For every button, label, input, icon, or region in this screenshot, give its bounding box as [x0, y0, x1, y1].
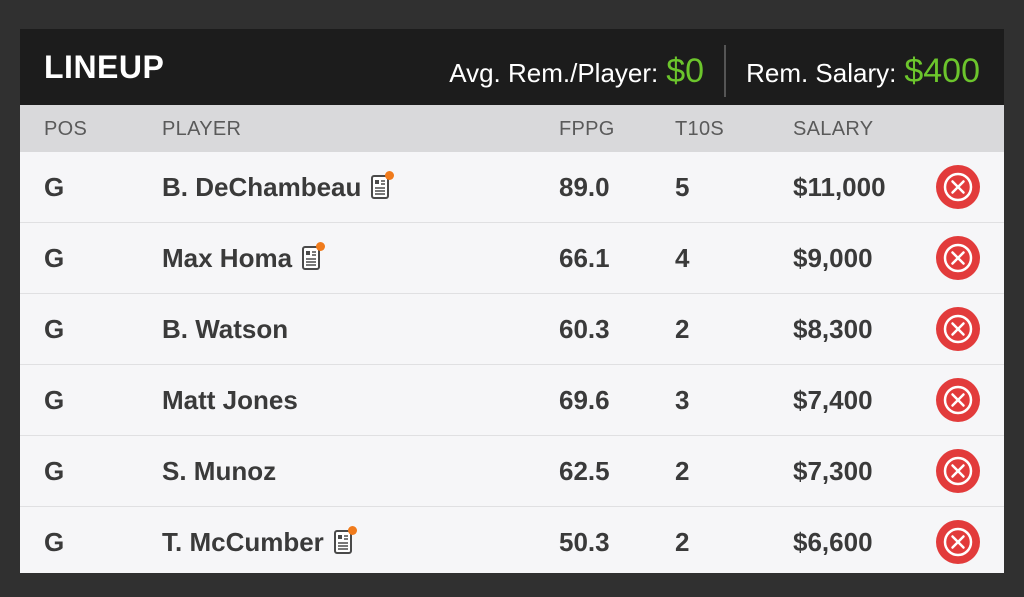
avg-remaining-value: $0	[666, 51, 705, 90]
remove-player-icon	[943, 314, 973, 344]
remaining-salary-label: Rem. Salary:	[746, 57, 897, 88]
remove-player-button[interactable]	[936, 236, 980, 280]
player-name[interactable]: T. McCumber	[162, 527, 324, 557]
remove-player-icon	[943, 172, 973, 202]
player-name[interactable]: B. Watson	[162, 314, 288, 344]
player-fppg: 69.6	[559, 385, 610, 415]
remove-player-icon	[943, 456, 973, 486]
remove-player-button[interactable]	[936, 449, 980, 493]
player-t10s: 3	[675, 385, 690, 415]
column-header: POS PLAYER FPPG T10S SALARY	[20, 105, 1004, 152]
player-name[interactable]: Max Homa	[162, 243, 292, 273]
player-salary: $7,300	[793, 456, 873, 486]
player-fppg: 62.5	[559, 456, 610, 486]
player-position: G	[44, 385, 65, 415]
column-player[interactable]: PLAYER	[162, 118, 241, 141]
remove-player-button[interactable]	[936, 520, 980, 564]
player-salary: $6,600	[793, 527, 873, 557]
lineup-header: LINEUP Avg. Rem./Player: $0 Rem. Salary:…	[20, 29, 1004, 105]
player-salary: $11,000	[793, 172, 886, 202]
remaining-salary-stat: Rem. Salary: $400	[746, 52, 980, 91]
player-salary: $9,000	[793, 243, 873, 273]
player-position: G	[44, 172, 65, 202]
column-pos[interactable]: POS	[44, 118, 87, 141]
player-position: G	[44, 243, 65, 273]
column-salary[interactable]: SALARY	[793, 118, 873, 141]
player-fppg: 89.0	[559, 172, 610, 202]
table-row: G Max Homa 66.1 4 $9,000	[20, 223, 1004, 294]
lineup-stats: Avg. Rem./Player: $0 Rem. Salary: $400	[449, 45, 980, 97]
player-t10s: 2	[675, 456, 690, 486]
player-cell: S. Munoz	[162, 456, 276, 486]
player-t10s: 4	[675, 243, 690, 273]
player-t10s: 2	[675, 527, 690, 557]
table-row: G T. McCumber 50.3 2 $6,600	[20, 507, 1004, 573]
remove-player-icon	[943, 385, 973, 415]
avg-remaining-stat: Avg. Rem./Player: $0	[449, 52, 704, 91]
player-position: G	[44, 314, 65, 344]
player-news-icon[interactable]	[302, 242, 326, 270]
player-name[interactable]: B. DeChambeau	[162, 172, 361, 202]
lineup-panel: LINEUP Avg. Rem./Player: $0 Rem. Salary:…	[20, 29, 1004, 573]
lineup-rows: G B. DeChambeau 89.0 5 $11,000 G Max Hom…	[20, 152, 1004, 573]
player-t10s: 5	[675, 172, 690, 202]
remove-player-button[interactable]	[936, 165, 980, 209]
lineup-title: LINEUP	[44, 49, 165, 85]
player-name[interactable]: Matt Jones	[162, 385, 298, 415]
player-fppg: 66.1	[559, 243, 610, 273]
player-cell: Max Homa	[162, 242, 326, 273]
player-cell: T. McCumber	[162, 526, 357, 557]
remove-player-icon	[943, 243, 973, 273]
player-cell: Matt Jones	[162, 385, 298, 415]
remove-player-button[interactable]	[936, 378, 980, 422]
player-cell: B. DeChambeau	[162, 171, 395, 202]
player-salary: $8,300	[793, 314, 873, 344]
table-row: G B. DeChambeau 89.0 5 $11,000	[20, 152, 1004, 223]
player-name[interactable]: S. Munoz	[162, 456, 276, 486]
player-position: G	[44, 456, 65, 486]
player-fppg: 50.3	[559, 527, 610, 557]
column-fppg[interactable]: FPPG	[559, 118, 615, 141]
remaining-salary-value: $400	[904, 51, 980, 90]
remove-player-button[interactable]	[936, 307, 980, 351]
player-salary: $7,400	[793, 385, 873, 415]
news-alert-dot	[385, 171, 395, 180]
player-news-icon[interactable]	[333, 526, 357, 554]
player-fppg: 60.3	[559, 314, 610, 344]
table-row: G B. Watson 60.3 2 $8,300	[20, 294, 1004, 365]
table-row: G S. Munoz 62.5 2 $7,300	[20, 436, 1004, 507]
player-news-icon[interactable]	[371, 171, 395, 199]
column-t10s[interactable]: T10S	[675, 118, 724, 141]
player-position: G	[44, 527, 65, 557]
news-alert-dot	[316, 242, 326, 251]
stats-divider	[724, 45, 727, 97]
avg-remaining-label: Avg. Rem./Player:	[449, 57, 659, 88]
news-alert-dot	[347, 526, 357, 535]
remove-player-icon	[943, 527, 973, 557]
player-cell: B. Watson	[162, 314, 288, 344]
player-t10s: 2	[675, 314, 690, 344]
table-row: G Matt Jones 69.6 3 $7,400	[20, 365, 1004, 436]
